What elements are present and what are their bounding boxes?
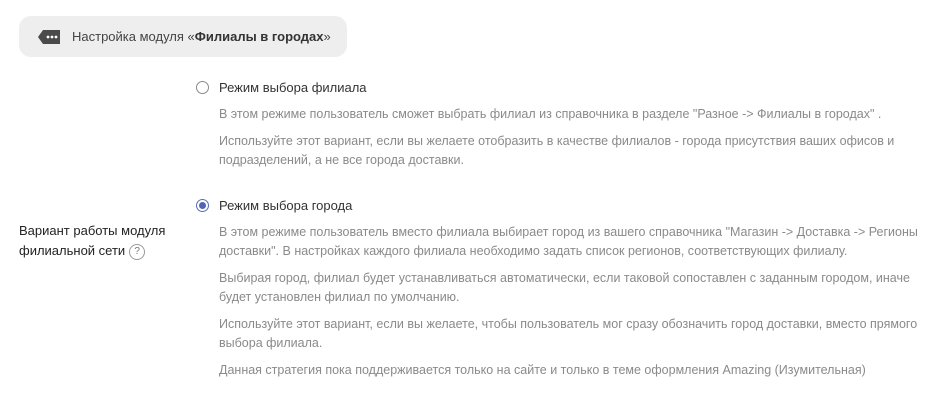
radio-button-branch[interactable] (196, 80, 209, 94)
option-description: Используйте этот вариант, если вы желает… (219, 317, 918, 350)
option-title: Режим выбора филиала (219, 79, 367, 95)
field-label-branch-mode: Вариант работы модуля филиальной сети? (19, 221, 189, 261)
radio-option-branch[interactable]: Режим выбора филиала (196, 77, 936, 97)
tag-icon (38, 29, 60, 44)
module-name: Филиалы в городах (194, 29, 324, 44)
module-settings-tab[interactable]: Настройка модуля «Филиалы в городах» (19, 16, 347, 57)
module-settings-title: Настройка модуля «Филиалы в городах» (72, 29, 331, 44)
option-description: Данная стратегия пока поддерживается тол… (219, 363, 866, 377)
option-description: Выбирая город, филиал будет устанавливат… (219, 271, 910, 304)
option-city-mode: Режим выбора города В этом режиме пользо… (196, 195, 936, 380)
option-description: В этом режиме пользователь сможет выбрат… (219, 107, 882, 121)
option-branch-mode: Режим выбора филиала В этом режиме польз… (196, 77, 936, 170)
help-icon[interactable]: ? (129, 243, 146, 260)
radio-button-city[interactable] (196, 198, 209, 212)
field-label-line2: филиальной сети? (19, 241, 189, 261)
radio-option-city[interactable]: Режим выбора города (196, 195, 936, 215)
field-label-line1: Вариант работы модуля (19, 223, 166, 238)
option-description: Используйте этот вариант, если вы желает… (219, 134, 895, 167)
option-description: В этом режиме пользователь вместо филиал… (219, 225, 918, 258)
option-title: Режим выбора города (219, 197, 353, 213)
